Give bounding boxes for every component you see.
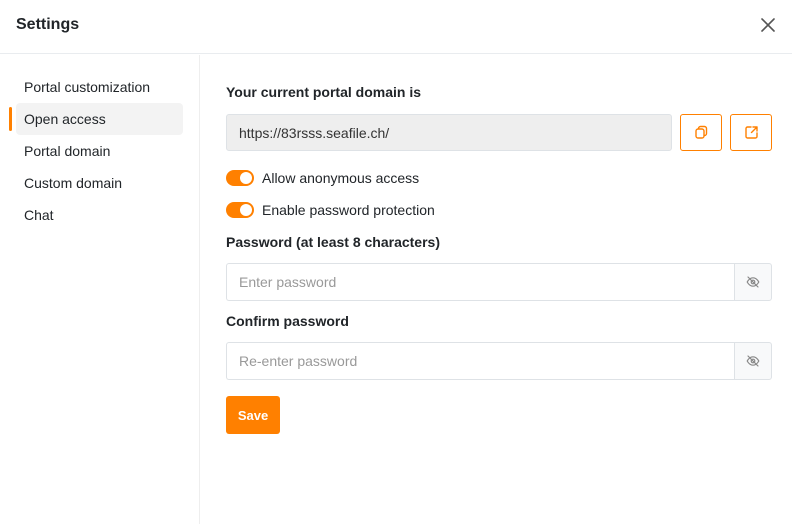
domain-label: Your current portal domain is <box>226 84 421 100</box>
close-icon[interactable] <box>758 15 778 35</box>
external-link-icon <box>745 126 758 139</box>
settings-dialog: Settings Portal customization Open acces… <box>0 0 792 524</box>
settings-sidebar: Portal customization Open access Portal … <box>0 55 200 524</box>
password-label: Password (at least 8 characters) <box>226 234 440 250</box>
password-input-group <box>226 263 772 301</box>
sidebar-item-label: Portal domain <box>24 143 111 159</box>
open-domain-button[interactable] <box>730 114 772 151</box>
toggle-confirm-visibility-button[interactable] <box>734 342 772 380</box>
eye-off-icon <box>746 355 760 367</box>
password-input[interactable] <box>226 263 735 301</box>
toggle-password-visibility-button[interactable] <box>734 263 772 301</box>
allow-anonymous-toggle[interactable] <box>226 170 254 186</box>
password-protection-label: Enable password protection <box>262 202 435 218</box>
confirm-password-input[interactable] <box>226 342 735 380</box>
sidebar-item-label: Open access <box>24 111 106 127</box>
sidebar-item-portal-domain[interactable]: Portal domain <box>16 135 183 167</box>
toggle-knob <box>240 204 252 216</box>
copy-domain-button[interactable] <box>680 114 722 151</box>
sidebar-item-portal-customization[interactable]: Portal customization <box>16 71 183 103</box>
password-protection-toggle[interactable] <box>226 202 254 218</box>
portal-domain-value: https://83rsss.seafile.ch/ <box>239 125 390 141</box>
dialog-header: Settings <box>0 0 792 54</box>
portal-domain-field: https://83rsss.seafile.ch/ <box>226 114 672 151</box>
allow-anonymous-label: Allow anonymous access <box>262 170 420 186</box>
sidebar-item-label: Chat <box>24 207 54 223</box>
sidebar-item-custom-domain[interactable]: Custom domain <box>16 167 183 199</box>
sidebar-item-label: Custom domain <box>24 175 123 191</box>
confirm-password-input-group <box>226 342 772 380</box>
sidebar-item-open-access[interactable]: Open access <box>9 103 183 135</box>
save-button[interactable]: Save <box>226 396 280 434</box>
toggle-knob <box>240 172 252 184</box>
sidebar-item-label: Portal customization <box>24 79 151 95</box>
active-indicator <box>9 107 12 131</box>
copy-icon <box>695 125 708 139</box>
open-access-panel: Your current portal domain is https://83… <box>200 55 792 524</box>
dialog-title: Settings <box>16 16 80 33</box>
eye-off-icon <box>746 276 760 288</box>
confirm-password-label: Confirm password <box>226 313 349 329</box>
sidebar-item-chat[interactable]: Chat <box>16 199 183 231</box>
